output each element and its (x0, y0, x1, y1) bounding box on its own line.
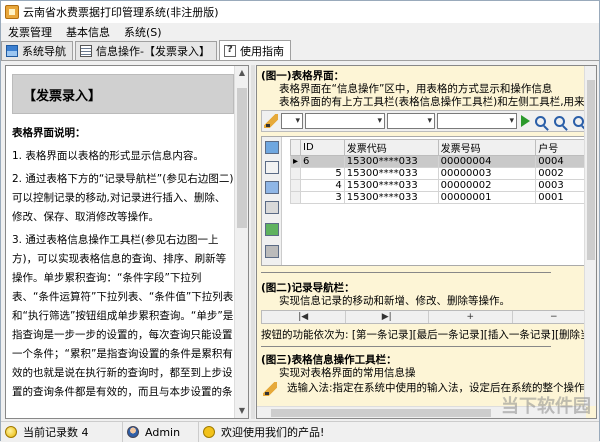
section2-title: (图二)记录导航栏： (261, 282, 355, 294)
cell: 00000002 (437, 179, 537, 192)
status-user: Admin (123, 422, 199, 442)
cell: 5 (300, 167, 345, 180)
pencil-icon (264, 114, 278, 128)
trash-icon (265, 245, 279, 258)
record-navbar-illustration: |◀ ▶| + − (261, 310, 596, 324)
user-name: Admin (145, 425, 181, 439)
table-row: ▸ 6 15300****033 00000004 0004 (289, 155, 596, 168)
cell: 3 (300, 191, 345, 204)
info-grid-icon (80, 45, 92, 57)
table-icon (265, 141, 279, 154)
tab-label: 使用指南 (239, 44, 284, 58)
pencil-icon (263, 382, 277, 396)
grid-illustration: ID 发票代码 发票号码 户号 ▸ 6 15300****033 0000000… (261, 136, 596, 266)
search-icon (535, 115, 546, 127)
divider (261, 346, 551, 347)
last-record-icon: ▶| (346, 311, 429, 323)
guide-right-pane: (图一)表格界面： 表格界面在“信息操作”区中，用表格的方式显示和操作信息 表格… (256, 65, 597, 419)
tab-label: 系统导航 (22, 45, 66, 58)
column-header: ID (300, 139, 345, 156)
tab-invoice-entry[interactable]: 信息操作-【发票录入】 (75, 41, 217, 60)
menu-basic-info[interactable]: 基本信息 (59, 24, 117, 40)
copy-icon (265, 161, 279, 174)
doc-paragraph-2: 2. 通过表格下方的“记录导航栏”(参见右边图二)可以控制记录的移动,对记录进行… (12, 173, 234, 223)
app-window: 云南省水费票据打印管理系统(非注册版) 发票管理 基本信息 系统(S) 系统导航… (0, 0, 600, 442)
condition-value-combo (437, 113, 517, 129)
help-icon (223, 44, 236, 57)
table-row: 5 15300****033 00000003 0002 (289, 167, 596, 180)
watermark: 当下软件园 (501, 396, 591, 417)
condition-operator-combo (387, 113, 435, 129)
section3-title: (图三)表格信息操作工具栏： (261, 354, 397, 366)
section1-line-1: 表格界面在“信息操作”区中，用表格的方式显示和操作信息 (279, 83, 553, 95)
play-icon (521, 115, 530, 127)
grid-toolbar-illustration (261, 110, 596, 132)
first-record-icon: |◀ (262, 311, 346, 323)
tab-label: 信息操作-【发票录入】 (96, 45, 210, 58)
scroll-up-icon[interactable]: ▲ (235, 66, 248, 80)
title-bar: 云南省水费票据打印管理系统(非注册版) (1, 1, 599, 23)
condition-field-combo (305, 113, 385, 129)
right-vertical-scrollbar[interactable] (584, 66, 596, 406)
book-icon (265, 181, 279, 194)
menu-system[interactable]: 系统(S) (117, 24, 169, 40)
scroll-down-icon[interactable]: ▼ (235, 404, 248, 418)
cell: 00000004 (437, 155, 537, 168)
divider (261, 272, 551, 273)
cell: 15300****033 (343, 155, 439, 168)
scroll-thumb[interactable] (271, 409, 491, 417)
insert-record-icon: + (429, 311, 513, 323)
section2-line-1: 实现信息记录的移动和新增、修改、删除等操作。 (279, 295, 510, 307)
cell: 00000001 (437, 191, 537, 204)
left-scrollbar[interactable]: ▲ ▼ (234, 66, 248, 418)
search-icon (554, 115, 565, 127)
status-welcome: 欢迎使用我们的产品! (199, 422, 328, 442)
guide-left-pane: 【发票录入】 表格界面说明： 1. 表格界面以表格的形式显示信息内容。 2. 通… (5, 65, 249, 419)
lightbulb-icon (5, 426, 17, 438)
user-icon (127, 426, 139, 438)
pane-splitter[interactable] (251, 65, 255, 419)
doc-paragraph-1: 1. 表格界面以表格的形式显示信息内容。 (12, 150, 204, 162)
doc-paragraph-3: 3. 通过表格信息操作工具栏(参见右边图一上方)，可以实现表格信息的查询、排序、… (12, 234, 234, 398)
cell: 4 (300, 179, 345, 192)
window-title: 云南省水费票据打印管理系统(非注册版) (23, 6, 219, 19)
print-icon (265, 201, 279, 214)
ime-combo (281, 113, 303, 129)
cell: 15300****033 (343, 191, 439, 204)
column-header: 发票号码 (437, 139, 537, 156)
status-record-count: 当前记录数 4 (1, 422, 123, 442)
smiley-icon (203, 426, 215, 438)
menu-invoice[interactable]: 发票管理 (1, 24, 59, 40)
table-row: 3 15300****033 00000001 0001 (289, 191, 596, 204)
welcome-text: 欢迎使用我们的产品! (221, 426, 325, 439)
section1-line-2: 表格界面的有上方工具栏(表格信息操作工具栏)和左侧工具栏,用来实现信 (279, 96, 597, 108)
status-bar: 当前记录数 4 Admin 欢迎使用我们的产品! (1, 421, 599, 442)
section1-title: (图一)表格界面： (261, 70, 345, 82)
app-icon (5, 5, 19, 19)
nav-description: 按钮的功能依次为: [第一条记录][最后一条记录][插入一条记录][删除当前记录… (261, 329, 597, 341)
chart-icon (265, 223, 279, 236)
search-icon (573, 115, 584, 127)
section3-line-1: 实现对表格界面的常用信息操 (279, 367, 416, 379)
column-header: 发票代码 (343, 139, 439, 156)
menu-bar: 发票管理 基本信息 系统(S) (1, 23, 599, 41)
record-count-label: 当前记录数 4 (23, 426, 89, 439)
tab-bar: 系统导航 信息操作-【发票录入】 使用指南 (1, 40, 599, 61)
doc-heading: 【发票录入】 (12, 74, 234, 114)
cell: 15300****033 (343, 167, 439, 180)
scroll-thumb[interactable] (237, 88, 247, 228)
cell: 6 (300, 155, 345, 168)
tab-user-guide[interactable]: 使用指南 (218, 40, 291, 60)
scroll-thumb[interactable] (587, 80, 595, 260)
doc-intro-title: 表格界面说明： (12, 127, 86, 139)
table-row: 4 15300****033 00000002 0003 (289, 179, 596, 192)
invoice-grid: ID 发票代码 发票号码 户号 ▸ 6 15300****033 0000000… (289, 139, 596, 204)
side-toolbar (262, 137, 282, 265)
cell: 15300****033 (343, 179, 439, 192)
tab-system-nav[interactable]: 系统导航 (1, 41, 73, 60)
nav-icon (6, 45, 18, 57)
cell: 00000003 (437, 167, 537, 180)
guide-document: 【发票录入】 表格界面说明： 1. 表格界面以表格的形式显示信息内容。 2. 通… (12, 74, 234, 402)
